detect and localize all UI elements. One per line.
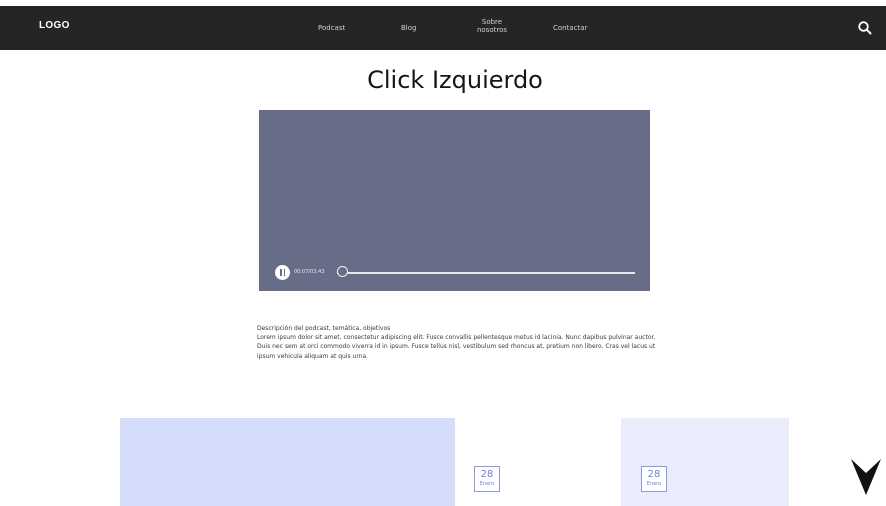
date-badge: 28 Enero [474, 466, 500, 492]
date-badge: 28 Enero [641, 466, 667, 492]
pause-button[interactable] [275, 265, 290, 280]
date-month: Enero [479, 481, 495, 487]
date-month: Enero [646, 481, 662, 487]
nav-sobre-line1: Sobre [481, 18, 503, 26]
nav-sobre-line2: nosotros [476, 26, 508, 34]
arrow-down-icon[interactable] [849, 457, 883, 497]
description-heading: Descripción del podcast, temática, objet… [257, 325, 391, 332]
description-body: Lorem ipsum dolor sit amet, consectetur … [257, 334, 656, 360]
nav-sobre-nosotros[interactable]: Sobre nosotros [472, 18, 512, 34]
page-title: Click Izquierdo [367, 66, 543, 94]
nav-contactar[interactable]: Contactar [553, 24, 587, 32]
playback-time: 00:07/03:43 [294, 269, 325, 275]
progress-thumb[interactable] [337, 266, 349, 277]
top-navigation-bar: LOGO Podcast Blog Sobre nosotros Contact… [0, 6, 886, 50]
date-day: 28 [480, 469, 494, 480]
nav-blog[interactable]: Blog [401, 24, 416, 32]
logo[interactable]: LOGO [39, 20, 70, 31]
search-icon[interactable] [857, 20, 873, 36]
nav-podcast[interactable]: Podcast [318, 24, 345, 32]
podcast-description: Descripción del podcast, temática, objet… [257, 324, 657, 361]
date-day: 28 [647, 469, 661, 480]
episode-card[interactable] [120, 418, 455, 506]
podcast-video-player[interactable]: 00:07/03:43 [259, 110, 650, 291]
episode-card[interactable]: 28 Enero [621, 418, 789, 506]
progress-track[interactable] [337, 272, 635, 274]
